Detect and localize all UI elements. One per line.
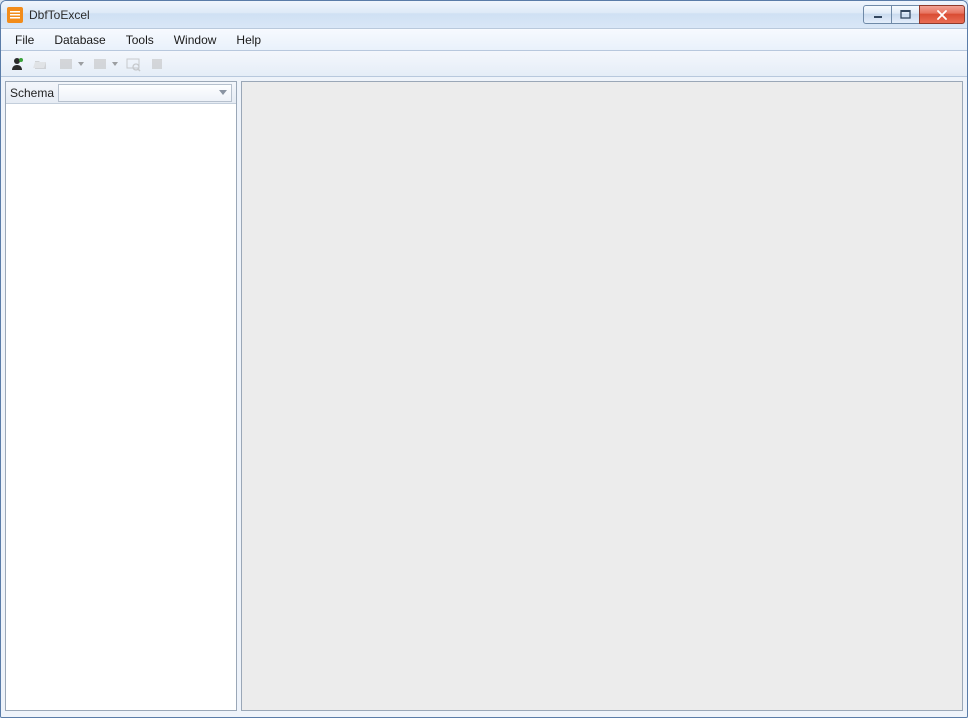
schema-tree[interactable] [6, 104, 236, 710]
connect-button[interactable] [7, 54, 27, 74]
query-button[interactable] [123, 54, 143, 74]
titlebar: DbfToExcel [1, 1, 967, 29]
menu-help[interactable]: Help [226, 31, 271, 49]
chevron-down-icon [78, 62, 84, 66]
schema-combobox[interactable] [58, 84, 232, 102]
toolbar [1, 51, 967, 77]
menu-window[interactable]: Window [164, 31, 227, 49]
workspace: Schema [1, 77, 967, 717]
maximize-button[interactable] [891, 5, 920, 24]
minimize-button[interactable] [863, 5, 892, 24]
menu-file[interactable]: File [5, 31, 44, 49]
chevron-down-icon [219, 90, 227, 95]
chevron-down-icon [112, 62, 118, 66]
menu-database[interactable]: Database [44, 31, 115, 49]
app-window: DbfToExcel File Database Tools Window He [0, 0, 968, 718]
main-content-area [241, 81, 963, 711]
schema-row: Schema [6, 82, 236, 104]
menu-tools[interactable]: Tools [116, 31, 164, 49]
schema-label: Schema [10, 86, 54, 100]
export-dropdown-1[interactable] [55, 54, 85, 74]
menubar: File Database Tools Window Help [1, 29, 967, 51]
sidebar: Schema [5, 81, 237, 711]
export-dropdown-2[interactable] [89, 54, 119, 74]
window-controls [864, 5, 965, 24]
open-button[interactable] [31, 54, 51, 74]
stop-button[interactable] [147, 54, 167, 74]
close-button[interactable] [919, 5, 965, 24]
app-icon [7, 7, 23, 23]
window-title: DbfToExcel [29, 8, 864, 22]
